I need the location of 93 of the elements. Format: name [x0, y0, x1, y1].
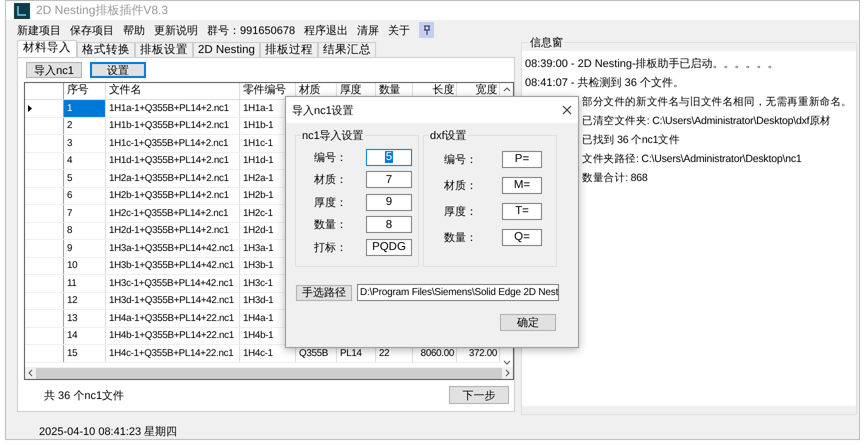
toolbar-button[interactable]: 设置 — [90, 62, 146, 78]
table-cell: 12 — [64, 292, 106, 309]
next-button[interactable]: 下一步 — [449, 386, 509, 404]
input-field[interactable]: Q= — [502, 228, 542, 246]
table-cell: 3 — [64, 135, 106, 152]
table-cell: 1H4c-1+Q355B+PL14+22.nc1 — [106, 345, 240, 362]
field-label: 编号： — [444, 152, 478, 166]
table-cell: 2 — [64, 118, 106, 134]
log-line: 已清空文件夹: C:\Users\Administrator\Desktop\dxf原材 — [582, 114, 831, 128]
group-title: nc1导入设置 — [301, 128, 365, 143]
log-line: 08:41:07 - 共检测到 36 个文件。 — [525, 76, 684, 90]
input-field[interactable]: 7 — [366, 171, 412, 188]
table-cell: 1H2c-1+Q355B+PL14+2.nc1 — [106, 205, 240, 222]
field-label: 数量： — [314, 218, 348, 232]
ok-button[interactable]: 确定 — [500, 314, 556, 331]
tab[interactable]: 排板设置 — [135, 42, 193, 57]
input-field[interactable]: PQDG — [366, 238, 412, 256]
menu-item[interactable]: 帮助 — [123, 22, 145, 38]
field-label: 编号： — [314, 150, 348, 165]
current-row-icon — [28, 104, 32, 112]
table-cell: 13 — [64, 310, 106, 326]
table-cell: 1 — [64, 100, 106, 116]
table-cell: 6 — [64, 188, 106, 204]
table-cell: 1H4a-1+Q355B+PL14+22.nc1 — [106, 310, 240, 326]
field-label: 材质： — [314, 173, 348, 188]
pin-icon — [422, 25, 431, 35]
table-cell: 14 — [64, 328, 106, 344]
browse-button[interactable]: 手选路径 — [296, 284, 352, 300]
menu-item[interactable]: 群号：991650678 — [207, 22, 296, 38]
tab[interactable]: 结果汇总 — [318, 42, 376, 57]
table-cell: 4 — [64, 152, 106, 169]
status-text: 2025-04-10 08:41:23 星期四 — [38, 425, 178, 439]
input-field[interactable]: 5 — [366, 148, 412, 166]
menu-item[interactable]: 新建项目 — [17, 22, 61, 38]
input-field[interactable]: M= — [502, 176, 542, 194]
table-cell: 1H1c-1+Q355B+PL14+2.nc1 — [106, 135, 240, 152]
table-cell: 9 — [64, 240, 106, 256]
column-header[interactable]: 文件名 — [106, 83, 240, 99]
tab[interactable]: 格式转换 — [77, 42, 135, 57]
table-cell: 1H3a-1+Q355B+PL14+42.nc1 — [106, 240, 240, 256]
table-cell: 1H3c-1+Q355B+PL14+42.nc1 — [106, 275, 240, 292]
toolbar-button[interactable]: 导入nc1 — [26, 62, 82, 78]
path-field[interactable]: D:\Program Files\Siemens\Solid Edge 2D Nest — [357, 284, 559, 301]
table-cell: 11 — [64, 275, 106, 292]
scroll-right-icon[interactable] — [505, 369, 510, 377]
log-line: 08:39:00 - 2D Nesting-排板助手已启动。。。。。。 — [525, 56, 779, 70]
window-title: 2D Nesting排板插件V8.3 — [36, 2, 168, 19]
log-line: 文件夹路径: C:\Users\Administrator\Desktop\nc1 — [582, 152, 802, 166]
scrollbar-thumb[interactable] — [36, 368, 502, 378]
field-label: 厚度： — [444, 204, 478, 218]
log-line: 部分文件的新文件名与旧文件名相同，无需再重新命名。 — [582, 94, 852, 108]
app-icon — [14, 2, 30, 18]
table-cell: 1H2b-1+Q355B+PL14+2.nc1 — [106, 188, 240, 204]
table-cell: 1H1a-1+Q355B+PL14+2.nc1 — [106, 100, 240, 116]
table-cell: 1H1b-1+Q355B+PL14+2.nc1 — [106, 118, 240, 134]
table-cell: 15 — [64, 345, 106, 362]
field-label: 打标： — [314, 240, 348, 255]
table-cell: 1H3b-1+Q355B+PL14+42.nc1 — [106, 258, 240, 274]
scroll-down-icon[interactable] — [503, 360, 511, 365]
close-icon[interactable] — [562, 105, 572, 115]
input-field[interactable]: T= — [502, 202, 542, 220]
table-cell: 10 — [64, 258, 106, 274]
table-cell: 1H2a-1+Q355B+PL14+2.nc1 — [106, 170, 240, 186]
tab[interactable]: 2D Nesting — [193, 42, 260, 57]
table-cell: 8 — [64, 222, 106, 239]
menu-item[interactable]: 更新说明 — [154, 22, 198, 38]
table-cell: 1H2d-1+Q355B+PL14+2.nc1 — [106, 222, 240, 239]
table-cell: 1H3d-1+Q355B+PL14+42.nc1 — [106, 292, 240, 309]
column-header[interactable]: 序号 — [64, 83, 106, 99]
table-cell: 5 — [64, 170, 106, 186]
input-field[interactable]: P= — [502, 150, 542, 168]
group-title: dxf设置 — [429, 128, 468, 143]
tab[interactable]: 排板过程 — [260, 42, 318, 57]
file-count: 共 36 个nc1文件 — [44, 388, 124, 402]
menu-item[interactable]: 保存项目 — [70, 22, 114, 38]
input-field[interactable]: 9 — [366, 194, 412, 211]
log-line: 已找到 36 个nc1文件 — [582, 132, 680, 146]
field-label: 材质： — [444, 178, 478, 192]
pin-button[interactable] — [419, 22, 434, 38]
menu-item[interactable]: 清屏 — [357, 22, 380, 38]
menu-item[interactable]: 程序退出 — [304, 22, 348, 38]
table-cell: 7 — [64, 205, 106, 222]
table-cell: 1H4b-1+Q355B+PL14+22.nc1 — [106, 328, 240, 344]
scroll-left-icon[interactable] — [28, 369, 33, 377]
log-line: 数量合计: 868 — [582, 170, 648, 184]
field-label: 数量： — [444, 230, 478, 244]
panel-title: 信息窗 — [528, 35, 565, 50]
table-cell: 1H1d-1+Q355B+PL14+2.nc1 — [106, 152, 240, 169]
menu-item[interactable]: 关于 — [388, 22, 410, 38]
input-field[interactable]: 8 — [366, 216, 412, 234]
scroll-up-icon[interactable] — [503, 87, 511, 92]
field-label: 厚度： — [314, 196, 348, 210]
tab[interactable]: 材料导入 — [17, 40, 77, 57]
